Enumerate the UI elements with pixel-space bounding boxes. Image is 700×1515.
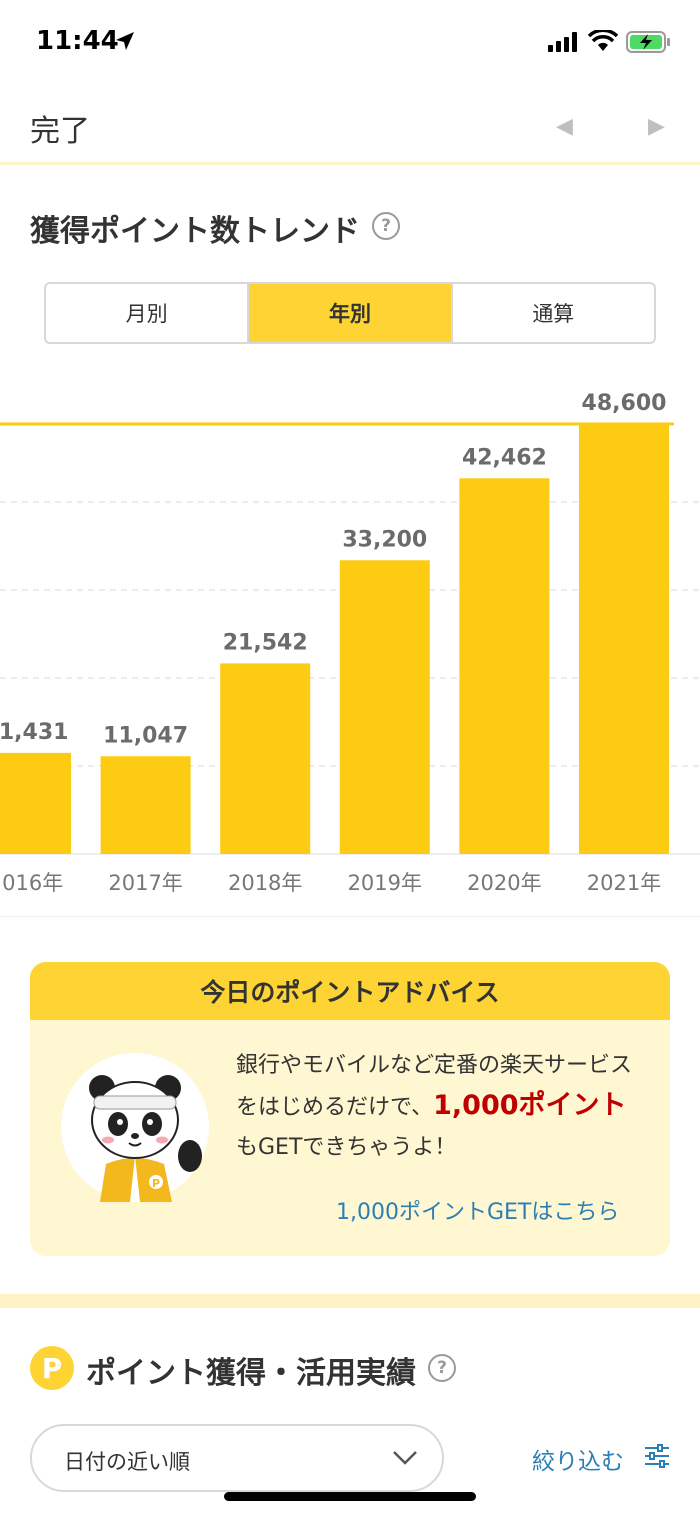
chart-value-label: 21,542 xyxy=(223,630,308,655)
trend-title: 獲得ポイント数トレンド xyxy=(30,214,360,249)
advice-card: 今日のポイントアドバイス P 銀行やモバイルなど定番の楽天サービスをはじめるだけ… xyxy=(30,962,670,1256)
next-arrow-icon[interactable]: ▶ xyxy=(648,114,665,139)
sort-select[interactable]: 日付の近い順 xyxy=(30,1424,444,1492)
chart-value-label: 11,047 xyxy=(103,723,188,748)
section-band xyxy=(0,1294,700,1308)
home-indicator xyxy=(224,1492,476,1501)
filter-button[interactable]: 絞り込む xyxy=(532,1442,624,1476)
chart-category-label: 2020年 xyxy=(467,871,541,895)
chart-bar xyxy=(0,752,71,854)
section-divider xyxy=(0,916,700,917)
filter-sliders-icon[interactable] xyxy=(644,1444,670,1468)
battery-charging-icon xyxy=(626,31,670,53)
advice-text-after: もGETできちゃうよ！ xyxy=(236,1135,457,1160)
tab-yearly[interactable]: 年別 xyxy=(247,284,451,342)
history-title: ポイント獲得・活用実績 xyxy=(86,1356,416,1391)
sort-select-value: 日付の近い順 xyxy=(64,1450,190,1474)
nav-divider xyxy=(0,162,700,165)
points-p-icon: P xyxy=(30,1346,74,1390)
tab-total[interactable]: 通算 xyxy=(450,284,654,342)
chevron-down-icon xyxy=(393,1451,417,1465)
help-icon[interactable]: ? xyxy=(428,1354,456,1382)
location-arrow-icon xyxy=(116,32,134,50)
chart-bar xyxy=(579,424,669,854)
help-icon[interactable]: ? xyxy=(372,212,400,240)
advice-header: 今日のポイントアドバイス xyxy=(30,962,670,1020)
panda-mascot-icon: P xyxy=(61,1053,209,1202)
chart-bar xyxy=(220,663,311,854)
chart-value-label: 11,431 xyxy=(0,720,68,745)
advice-highlight: 1,000ポイント xyxy=(433,1090,627,1121)
tab-monthly[interactable]: 月別 xyxy=(46,284,247,342)
chart-value-label: 48,600 xyxy=(582,391,667,416)
chart-value-label: 42,462 xyxy=(462,445,547,470)
points-trend-chart: 11,431 2016年 11,047 2017年 21,542 2018年 33,200 2… xyxy=(0,391,700,895)
chart-bar xyxy=(459,478,550,854)
prev-arrow-icon[interactable]: ◀ xyxy=(556,114,573,139)
period-segmented-control: 月別 年別 通算 xyxy=(44,282,656,344)
chart-bar xyxy=(100,756,191,854)
status-time: 11:44 xyxy=(36,26,119,56)
wifi-icon xyxy=(588,30,618,51)
chart-category-label: 2018年 xyxy=(228,871,302,895)
chart-value-label: 33,200 xyxy=(342,527,427,552)
done-button[interactable]: 完了 xyxy=(30,106,90,150)
advice-text: 銀行やモバイルなど定番の楽天サービスをはじめるだけで、1,000ポイントもGET… xyxy=(236,1046,646,1168)
svg-text:P: P xyxy=(152,1177,160,1190)
cellular-signal-icon xyxy=(548,32,577,52)
get-points-link[interactable]: 1,000ポイントGETはこちら xyxy=(336,1194,619,1226)
chart-category-label: 2021年 xyxy=(587,871,661,895)
chart-category-label: 2016年 xyxy=(0,871,63,895)
chart-category-label: 2017年 xyxy=(108,871,182,895)
chart-category-label: 2019年 xyxy=(348,871,422,895)
chart-bar xyxy=(339,560,430,854)
